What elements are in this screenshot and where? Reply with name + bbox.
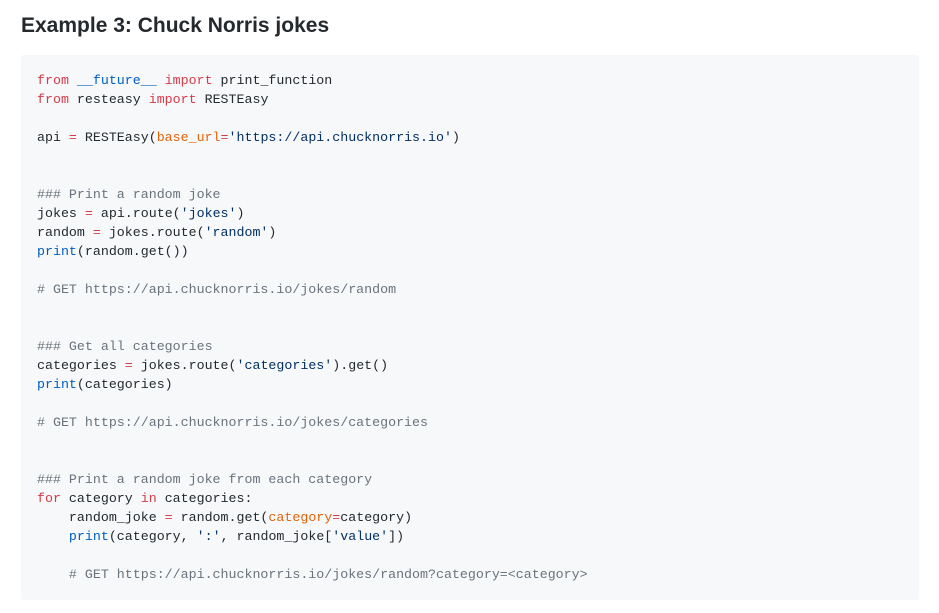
code-line: # GET https://api.chucknorris.io/jokes/r… [37,280,919,299]
code-text: ).get() [332,358,389,373]
operator-token: = [92,225,101,240]
code-line: for category in categories: [37,489,919,508]
code-line: print(random.get()) [37,242,919,261]
parameter-token: base_url [156,130,221,145]
code-text: jokes.route( [132,358,237,373]
code-text: api.route( [92,206,181,221]
code-line: from __future__ import print_function [37,71,919,90]
code-line: jokes = api.route('jokes') [37,204,919,223]
comment-token: ### Print a random joke from each catego… [37,472,373,487]
code-line: from resteasy import RESTEasy [37,90,919,109]
string-token: 'categories' [236,358,333,373]
code-text: jokes [37,206,85,221]
code-block[interactable]: from __future__ import print_function fro… [21,55,919,600]
string-token: ':' [196,529,221,544]
code-line: print(categories) [37,375,919,394]
comment-token: ### Get all categories [37,339,213,354]
code-line: categories = jokes.route('categories').g… [37,356,919,375]
keyword-token: in [140,491,157,506]
code-text: RESTEasy [196,92,269,107]
code-text: ]) [388,529,405,544]
code-line: # GET https://api.chucknorris.io/jokes/c… [37,413,919,432]
operator-token: = [164,510,173,525]
builtin-token: print [68,529,109,544]
code-text: (random.get()) [76,244,189,259]
code-text: ) [268,225,277,240]
keyword-token: for [37,491,61,506]
code-text: api [37,130,69,145]
code-text: , random_joke[ [220,529,333,544]
code-text: ) [451,130,460,145]
string-token: 'random' [204,225,269,240]
code-line: ### Print a random joke [37,185,919,204]
comment-token: # GET https://api.chucknorris.io/jokes/r… [68,567,588,582]
code-text: random_joke [37,510,165,525]
comment-token: ### Print a random joke [37,187,221,202]
string-token: 'jokes' [180,206,237,221]
code-text: RESTEasy( [76,130,157,145]
code-line: random_joke = random.get(category=catego… [37,508,919,527]
code-line: random = jokes.route('random') [37,223,919,242]
operator-token: = [84,206,93,221]
code-text: random.get( [172,510,269,525]
module-token: __future__ [76,73,157,88]
builtin-token: print [37,244,77,259]
parameter-token: category [268,510,333,525]
string-token: 'value' [332,529,389,544]
code-line: ### Get all categories [37,337,919,356]
code-text: ) [236,206,245,221]
code-text: jokes.route( [100,225,205,240]
code-text: categories: [156,491,253,506]
page-title: Example 3: Chuck Norris jokes [21,14,330,37]
operator-token: = [124,358,133,373]
operator-token: = [220,130,229,145]
keyword-token: from [37,73,69,88]
code-line: # GET https://api.chucknorris.io/jokes/r… [37,565,919,584]
keyword-token: from [37,92,69,107]
comment-token: # GET https://api.chucknorris.io/jokes/c… [37,415,428,430]
code-text: resteasy [68,92,149,107]
string-token: 'https://api.chucknorris.io' [228,130,452,145]
code-line: ### Print a random joke from each catego… [37,470,919,489]
code-line: print(category, ':', random_joke['value'… [37,527,919,546]
code-text: category [60,491,141,506]
keyword-token: import [148,92,197,107]
comment-token: # GET https://api.chucknorris.io/jokes/r… [37,282,397,297]
code-line: api = RESTEasy(base_url='https://api.chu… [37,128,919,147]
code-text: (categories) [76,377,173,392]
code-text: (category, [108,529,197,544]
code-text: category) [340,510,413,525]
code-text: print_function [212,73,333,88]
code-lines: from __future__ import print_function fro… [37,71,919,584]
code-text: categories [37,358,125,373]
operator-token: = [68,130,77,145]
builtin-token: print [37,377,77,392]
code-text: random [37,225,93,240]
keyword-token: import [164,73,213,88]
